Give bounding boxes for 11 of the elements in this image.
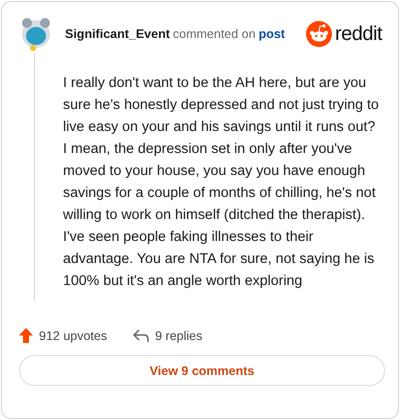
reply-count: 9 replies bbox=[155, 328, 202, 342]
action-text: commented on bbox=[172, 27, 256, 41]
post-link[interactable]: post bbox=[258, 27, 285, 41]
upvote-count: 912 upvotes bbox=[39, 328, 108, 342]
comment-text: I really don't want to be the AH here, but are you sure he's honestly depressed and not just trying to live easy on your and his savings until it runs out? I mean, the depression set in only after you've moved to your house, you say you have enough savings for a couple of months of chilling, he's not willing to work on himself (ditched the therapist). I've seen people faking illnesses to their advantage. You are NTA for sure, not saying he is 100% but it's an angle worth exploring bbox=[63, 74, 380, 291]
username[interactable]: Significant_Event bbox=[65, 27, 170, 41]
view-comments-button[interactable]: View 9 comments bbox=[19, 355, 385, 386]
reddit-logo-icon bbox=[306, 21, 332, 47]
brand-name: reddit bbox=[334, 22, 382, 46]
reply-icon[interactable] bbox=[133, 328, 150, 342]
upvote-icon[interactable] bbox=[19, 328, 33, 343]
